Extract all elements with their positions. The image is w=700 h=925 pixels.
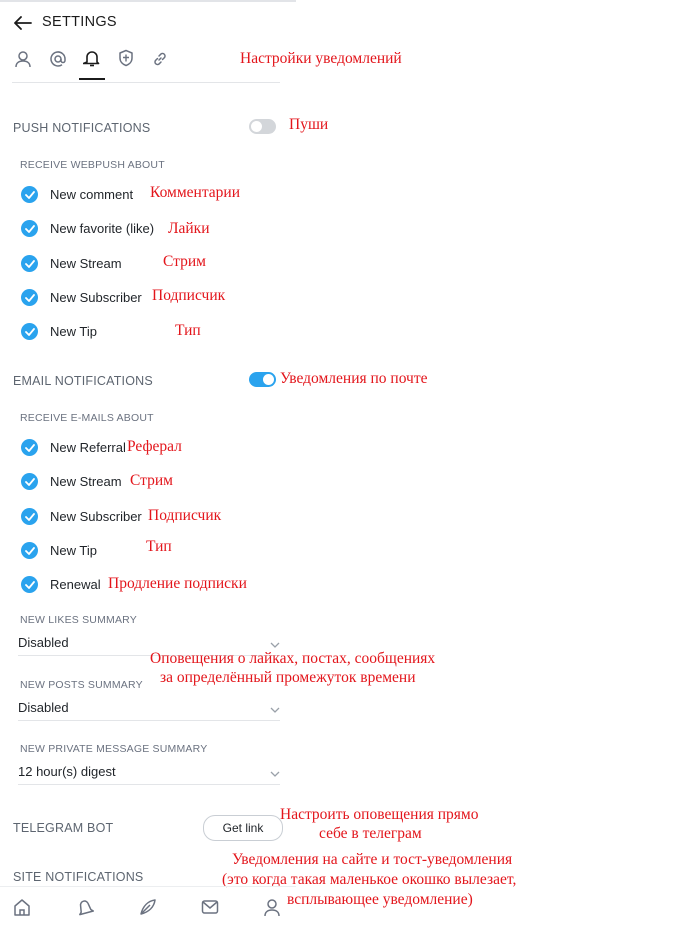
annotation-renewal: Продление подписки: [108, 575, 247, 592]
new-private-message-summary-value: 12 hour(s) digest: [18, 764, 116, 779]
email-item-new-tip: New Tip: [50, 543, 97, 558]
new-private-message-summary-select[interactable]: 12 hour(s) digest: [18, 762, 280, 785]
annotation-summaries-line1: Оповещения о лайках, постах, сообщениях: [150, 650, 436, 667]
back-arrow-icon[interactable]: [13, 14, 33, 32]
tabs-divider: [12, 82, 280, 83]
push-item-new-tip: New Tip: [50, 324, 97, 339]
email-notifications-toggle[interactable]: [249, 372, 276, 387]
checkbox-checked-icon[interactable]: [21, 255, 38, 272]
top-divider: [0, 0, 296, 2]
push-item-new-subscriber: New Subscriber: [50, 290, 142, 305]
annotation-site-line3: всплывающее уведомление): [287, 891, 473, 908]
email-notifications-title: EMAIL NOTIFICATIONS: [13, 374, 153, 388]
annotation-site-line1: Уведомления на сайте и тост-уведомления: [232, 851, 513, 868]
annotation-tip: Тип: [175, 322, 201, 339]
checkbox-checked-icon[interactable]: [21, 576, 38, 593]
link-tab-icon[interactable]: [149, 49, 171, 69]
checkbox-checked-icon[interactable]: [21, 220, 38, 237]
new-private-message-summary-label: NEW PRIVATE MESSAGE SUMMARY: [20, 743, 208, 755]
profile-tab-icon[interactable]: [12, 49, 34, 69]
new-likes-summary-label: NEW LIKES SUMMARY: [20, 614, 137, 626]
push-item-new-stream: New Stream: [50, 256, 122, 271]
checkbox-checked-icon[interactable]: [21, 542, 38, 559]
shield-tab-icon[interactable]: [115, 48, 137, 68]
mentions-tab-icon[interactable]: [47, 49, 69, 69]
push-item-new-favorite: New favorite (like): [50, 221, 155, 236]
notifications-icon[interactable]: [73, 895, 97, 919]
email-item-new-stream: New Stream: [50, 474, 122, 489]
push-notifications-toggle[interactable]: [249, 119, 276, 134]
email-item-new-subscriber: New Subscriber: [50, 509, 142, 524]
checkbox-checked-icon[interactable]: [21, 186, 38, 203]
email-item-renewal: Renewal: [50, 577, 101, 592]
feed-icon[interactable]: [136, 895, 160, 919]
annotation-likes: Лайки: [168, 220, 210, 237]
annotation-telegram-line2: себе в телеграм: [319, 825, 422, 842]
new-posts-summary-select[interactable]: Disabled: [18, 698, 280, 721]
checkbox-checked-icon[interactable]: [21, 323, 38, 340]
annotation-push: Пуши: [289, 116, 329, 133]
annotation-tip-email: Тип: [146, 538, 172, 555]
home-icon[interactable]: [10, 895, 34, 919]
bell-tab-icon[interactable]: [81, 48, 103, 68]
messages-icon[interactable]: [198, 895, 222, 919]
new-posts-summary-value: Disabled: [18, 700, 69, 715]
checkbox-checked-icon[interactable]: [21, 289, 38, 306]
annotation-comments: Комментарии: [150, 184, 240, 201]
annotation-email-notifications: Уведомления по почте: [280, 370, 428, 387]
push-item-new-comment: New comment: [50, 187, 134, 202]
annotation-referral: Реферал: [127, 438, 182, 455]
push-notifications-title: PUSH NOTIFICATIONS: [13, 121, 151, 135]
checkbox-checked-icon[interactable]: [21, 473, 38, 490]
checkbox-checked-icon[interactable]: [21, 508, 38, 525]
site-notifications-title: SITE NOTIFICATIONS: [13, 870, 144, 884]
annotation-notifications-settings: Настройки уведомлений: [240, 50, 402, 67]
annotation-stream-email: Стрим: [130, 472, 173, 489]
annotation-summaries-line2: за определённый промежуток времени: [160, 669, 416, 686]
checkbox-checked-icon[interactable]: [21, 439, 38, 456]
annotation-subscriber-email: Подписчик: [148, 507, 222, 524]
page-title: SETTINGS: [42, 14, 117, 30]
new-posts-summary-label: NEW POSTS SUMMARY: [20, 679, 143, 691]
annotation-stream: Стрим: [163, 253, 206, 270]
telegram-bot-title: TELEGRAM BOT: [13, 821, 114, 835]
active-tab-indicator: [79, 78, 105, 80]
receive-emails-subtitle: RECEIVE E-MAILS ABOUT: [20, 412, 154, 424]
annotation-telegram-line1: Настроить оповещения прямо: [280, 806, 479, 823]
profile-icon[interactable]: [260, 895, 284, 919]
annotation-subscriber: Подписчик: [152, 287, 226, 304]
chevron-down-icon: [270, 765, 280, 783]
email-item-new-referral: New Referral: [50, 440, 126, 455]
bottom-nav-divider: [0, 886, 296, 887]
new-likes-summary-value: Disabled: [18, 635, 69, 650]
receive-webpush-subtitle: RECEIVE WEBPUSH ABOUT: [20, 159, 165, 171]
chevron-down-icon: [270, 701, 280, 719]
get-link-button[interactable]: Get link: [203, 815, 283, 841]
